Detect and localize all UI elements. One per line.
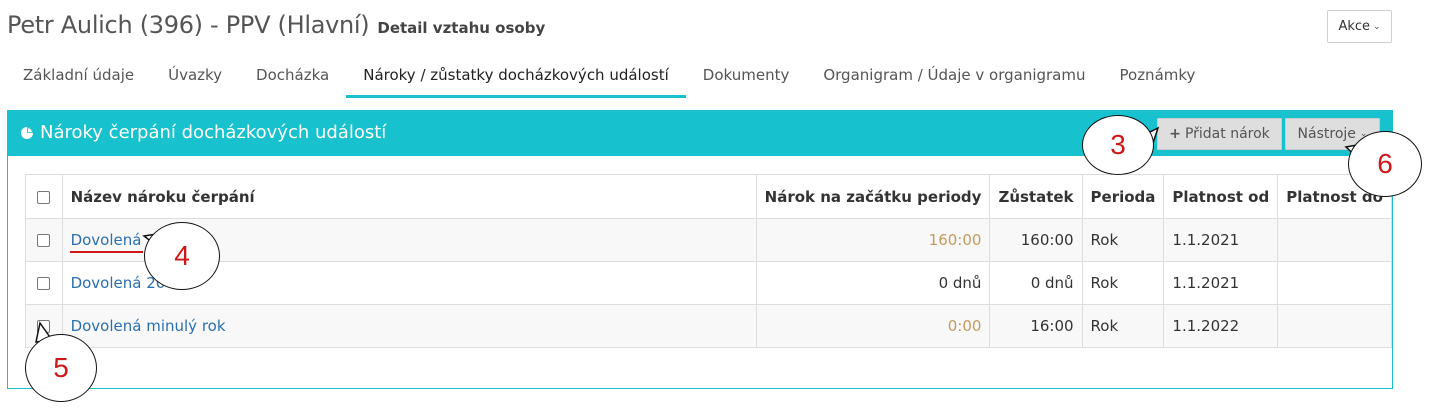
tab-entitlements[interactable]: Nároky / zůstatky docházkových událostí — [346, 58, 686, 98]
annotation-underline — [70, 251, 143, 253]
tab-contracts[interactable]: Úvazky — [151, 58, 239, 98]
valid-from-cell: 1.1.2021 — [1163, 261, 1279, 305]
table-row[interactable]: Dovolená minulý rok 0:00 16:00 Rok 1.1.2… — [25, 304, 1392, 348]
entitlement-link[interactable]: Dovolená — [71, 231, 142, 249]
row-checkbox[interactable] — [37, 277, 51, 290]
valid-to-cell — [1277, 261, 1392, 305]
balance-cell: 0 dnů — [989, 261, 1083, 305]
start-cell: 0 dnů — [755, 261, 991, 305]
valid-from-cell: 1.1.2022 — [1163, 304, 1279, 348]
plus-icon: + — [1169, 126, 1181, 142]
row-select-cell — [25, 218, 63, 262]
table-header-row: Název nároku čerpání Nárok na začátku pe… — [25, 174, 1392, 219]
panel-header: Nároky čerpání docházkových událostí + P… — [8, 111, 1392, 156]
page-subtitle: Detail vztahu osoby — [377, 19, 546, 37]
add-button-label: Přidat nárok — [1184, 126, 1270, 142]
chevron-down-icon: ⌄ — [1373, 21, 1381, 32]
balance-cell: 160:00 — [989, 218, 1083, 262]
callout-3: 3 — [1082, 115, 1154, 175]
select-all-checkbox[interactable] — [37, 190, 51, 204]
tools-button-label: Nástroje — [1297, 126, 1356, 142]
table-row[interactable]: Dovolená 20 0 dnů 0 dnů Rok 1.1.2021 — [25, 261, 1392, 305]
panel-title: Nároky čerpání docházkových událostí — [20, 122, 386, 143]
page-header: Petr Aulich (396) - PPV (Hlavní) Detail v… — [7, 11, 545, 39]
page-title: Petr Aulich (396) - PPV (Hlavní) — [7, 11, 370, 39]
tab-attendance[interactable]: Docházka — [239, 58, 346, 98]
row-checkbox[interactable] — [37, 320, 51, 333]
entitlements-table: Název nároku čerpání Nárok na začátku pe… — [25, 174, 1392, 348]
col-valid-from[interactable]: Platnost od — [1163, 174, 1279, 219]
entitlement-link[interactable]: Dovolená minulý rok — [71, 317, 226, 335]
actions-dropdown-button[interactable]: Akce ⌄ — [1327, 10, 1392, 43]
valid-to-cell — [1277, 304, 1392, 348]
period-cell: Rok — [1081, 304, 1165, 348]
callout-4: 4 — [144, 222, 220, 290]
select-all-cell — [25, 174, 63, 219]
add-entitlement-button[interactable]: + Přidat nárok — [1157, 118, 1282, 150]
panel-title-text: Nároky čerpání docházkových událostí — [40, 122, 387, 143]
period-cell: Rok — [1081, 261, 1165, 305]
col-balance[interactable]: Zůstatek — [989, 174, 1083, 219]
name-cell: Dovolená minulý rok — [61, 304, 757, 348]
start-cell: 0:00 — [755, 304, 991, 348]
tab-notes[interactable]: Poznámky — [1103, 58, 1213, 98]
start-cell: 160:00 — [755, 218, 991, 262]
period-cell: Rok — [1081, 218, 1165, 262]
callout-5: 5 — [25, 334, 97, 402]
balance-cell: 16:00 — [989, 304, 1083, 348]
row-checkbox[interactable] — [37, 234, 51, 247]
col-start-entitlement[interactable]: Nárok na začátku periody — [755, 174, 991, 219]
col-name[interactable]: Název nároku čerpání — [61, 174, 757, 219]
col-period[interactable]: Perioda — [1081, 174, 1165, 219]
pie-chart-icon — [21, 126, 33, 139]
tab-basic-info[interactable]: Základní údaje — [6, 58, 151, 98]
valid-from-cell: 1.1.2021 — [1163, 218, 1279, 262]
tab-organigram[interactable]: Organigram / Údaje v organigramu — [806, 58, 1102, 98]
tab-bar: Základní údaje Úvazky Docházka Nároky / … — [6, 58, 1212, 98]
valid-to-cell — [1277, 218, 1392, 262]
actions-button-label: Akce — [1338, 19, 1371, 34]
row-select-cell — [25, 261, 63, 305]
table-row[interactable]: Dovolená 160:00 160:00 Rok 1.1.2021 — [25, 218, 1392, 262]
callout-6: 6 — [1348, 131, 1422, 197]
tab-documents[interactable]: Dokumenty — [686, 58, 807, 98]
